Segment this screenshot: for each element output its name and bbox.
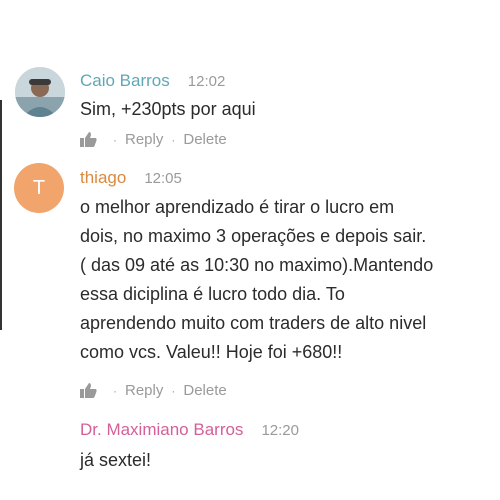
- action-separator: ·: [113, 383, 117, 398]
- comment-header: Caio Barros 12:02: [80, 71, 225, 91]
- delete-link[interactable]: Delete: [183, 382, 226, 399]
- comment-author[interactable]: Caio Barros: [80, 71, 170, 91]
- comment-text-line: o melhor aprendizado é tirar o lucro em: [80, 197, 395, 217]
- comment-text-line: como vcs. Valeu!! Hoje foi +680!!: [80, 342, 343, 362]
- user-avatar-photo[interactable]: [15, 67, 65, 117]
- left-edge-divider: [0, 100, 2, 330]
- reply-link[interactable]: Reply: [125, 382, 163, 399]
- comment-header: Dr. Maximiano Barros 12:20: [80, 420, 299, 440]
- comment-text: o melhor aprendizado é tirar o lucro em …: [80, 193, 433, 367]
- action-separator: ·: [113, 132, 117, 147]
- reply-link[interactable]: Reply: [125, 131, 163, 148]
- comment-timestamp: 12:05: [144, 170, 182, 187]
- comment-author[interactable]: Dr. Maximiano Barros: [80, 420, 243, 440]
- comment-text-line: aprendendo muito com traders de alto niv…: [80, 313, 427, 333]
- comment-actions: · Reply · Delete: [80, 131, 227, 148]
- comment-text-line: ( das 09 até as 10:30 no maximo).Mantend…: [80, 255, 434, 275]
- comment-author[interactable]: thiago: [80, 168, 126, 188]
- like-icon[interactable]: [80, 132, 97, 147]
- comment-text-line: dois, no maximo 3 operações e depois sai…: [80, 226, 427, 246]
- comment-text: Sim, +230pts por aqui: [80, 99, 256, 119]
- user-photo-icon: [15, 67, 65, 117]
- action-separator: ·: [171, 132, 176, 147]
- delete-link[interactable]: Delete: [183, 131, 226, 148]
- comment-text: já sextei!: [80, 450, 152, 470]
- action-separator: ·: [171, 383, 176, 398]
- comment-text-line: essa diciplina é lucro todo dia. To: [80, 284, 345, 304]
- comment-timestamp: 12:02: [187, 73, 226, 90]
- like-icon[interactable]: [80, 383, 97, 398]
- user-avatar-letter[interactable]: T: [14, 163, 64, 213]
- comment-timestamp: 12:20: [261, 422, 299, 439]
- comment-actions: · Reply · Delete: [80, 382, 227, 399]
- comment-header: thiago 12:05: [80, 168, 182, 188]
